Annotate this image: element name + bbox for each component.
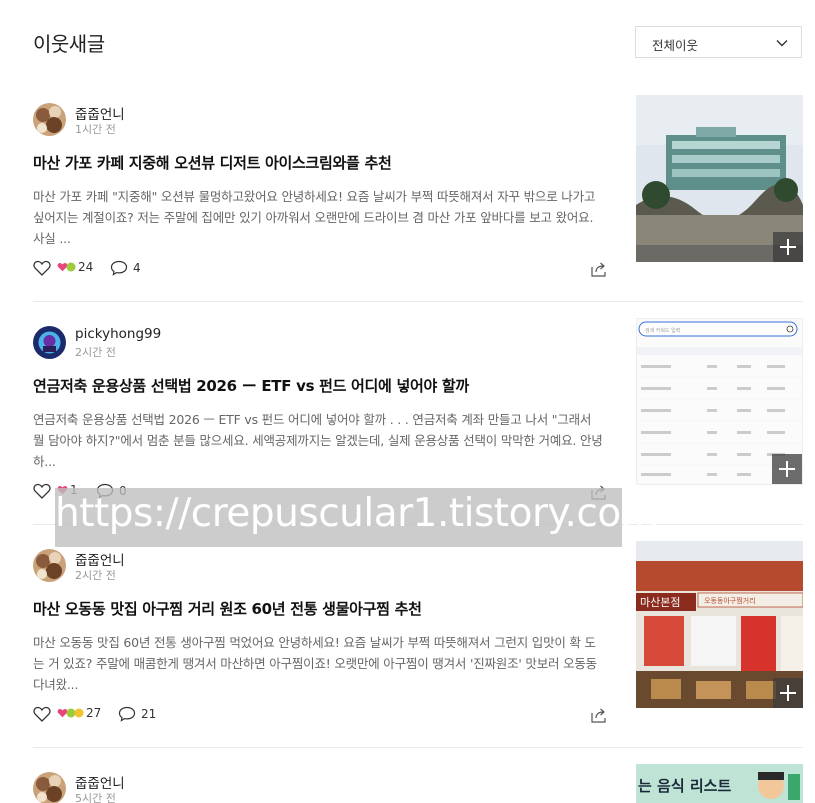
share-icon[interactable]: [590, 260, 608, 278]
author-avatar[interactable]: [33, 326, 66, 359]
comment-button[interactable]: 4: [110, 260, 141, 276]
post-thumbnail[interactable]: 는 음식 리스트: [636, 764, 803, 803]
feed-header: 이웃새글 전체이웃: [33, 26, 802, 58]
post-excerpt[interactable]: 마산 가포 카페 "지중해" 오션뷰 물멍하고왔어요 안녕하세요! 요즘 날씨가…: [33, 186, 605, 249]
watermark: https://crepuscular1.tistory.com: [55, 488, 659, 547]
thumb-search-text: 검색 키워드 입력: [645, 327, 680, 334]
divider: [33, 747, 803, 748]
post-time: 5시간 전: [75, 792, 116, 803]
author-name[interactable]: 줍줍언니: [75, 772, 125, 792]
reaction-summary[interactable]: 27: [57, 706, 101, 720]
heart-outline-icon: [33, 260, 51, 276]
post-excerpt[interactable]: 마산 오동동 맛집 60년 전통 생아구찜 먹었어요 안녕하세요! 요즘 날씨가…: [33, 632, 605, 695]
add-button[interactable]: [773, 678, 803, 708]
post-title[interactable]: 연금저축 운용상품 선택법 2026 ー ETF vs 펀드 어디에 넣어야 할…: [33, 375, 623, 396]
feed-post[interactable]: 줍줍언니 2시간 전 마산 오동동 맛집 아구찜 거리 원조 60년 전통 생물…: [33, 541, 803, 748]
thumb-text: 는 음식 리스트: [638, 777, 731, 795]
reaction-summary[interactable]: 24: [57, 260, 93, 274]
comment-icon: [118, 706, 136, 722]
post-time: 2시간 전: [75, 569, 116, 582]
comment-button[interactable]: 21: [118, 706, 156, 722]
thumb-banner-text: 오동동아구찜거리: [704, 596, 756, 605]
share-icon[interactable]: [590, 706, 608, 724]
post-title[interactable]: 마산 오동동 맛집 아구찜 거리 원조 60년 전통 생물아구찜 추천: [33, 598, 623, 619]
neighbor-filter-dropdown[interactable]: 전체이웃: [635, 26, 802, 58]
post-time: 2시간 전: [75, 346, 116, 359]
author-avatar[interactable]: [33, 772, 66, 803]
author-name[interactable]: 줍줍언니: [75, 103, 125, 123]
comment-count: 4: [133, 261, 141, 275]
clap-icon: [74, 708, 84, 718]
like-button[interactable]: [33, 260, 51, 276]
author-avatar[interactable]: [33, 549, 66, 582]
post-time: 1시간 전: [75, 123, 116, 136]
author-name[interactable]: 줍줍언니: [75, 549, 125, 569]
reaction-count: 24: [78, 260, 94, 274]
post-thumbnail[interactable]: 검색 키워드 입력: [636, 318, 803, 485]
filter-label: 전체이웃: [652, 38, 699, 53]
comment-icon: [110, 260, 128, 276]
post-title[interactable]: 마산 가포 카페 지중해 오션뷰 디저트 아이스크림와플 추천: [33, 152, 623, 173]
like-button[interactable]: [33, 706, 51, 722]
chevron-down-icon: [776, 40, 788, 47]
feed-post[interactable]: 줍줍언니 1시간 전 마산 가포 카페 지중해 오션뷰 디저트 아이스크림와플 …: [33, 95, 803, 302]
divider: [33, 301, 803, 302]
post-thumbnail[interactable]: [636, 95, 803, 262]
comment-count: 21: [141, 707, 157, 721]
heart-outline-icon: [33, 483, 51, 499]
heart-outline-icon: [33, 706, 51, 722]
feed-post[interactable]: 줍줍언니 5시간 전 는 음식 리스트: [33, 764, 803, 803]
watermark-text: https://crepuscular1.tistory.com: [55, 491, 659, 536]
add-button[interactable]: [773, 232, 803, 262]
author-name[interactable]: pickyhong99: [75, 326, 161, 342]
post-thumbnail[interactable]: 마산본점 오동동아구찜거리: [636, 541, 803, 708]
add-button[interactable]: [772, 454, 802, 484]
page-title: 이웃새글: [33, 32, 105, 56]
post-actions: 24 4: [33, 260, 608, 278]
cheer-icon: [66, 262, 76, 272]
reaction-count: 27: [86, 706, 102, 720]
thumbnail-image: 는 음식 리스트: [636, 764, 803, 803]
post-actions: 27 21: [33, 706, 608, 724]
author-avatar[interactable]: [33, 103, 66, 136]
thumb-sign-text: 마산본점: [640, 596, 680, 609]
post-excerpt[interactable]: 연금저축 운용상품 선택법 2026 ㅡ ETF vs 펀드 어디에 넣어야 할…: [33, 409, 605, 472]
like-button[interactable]: [33, 483, 51, 499]
